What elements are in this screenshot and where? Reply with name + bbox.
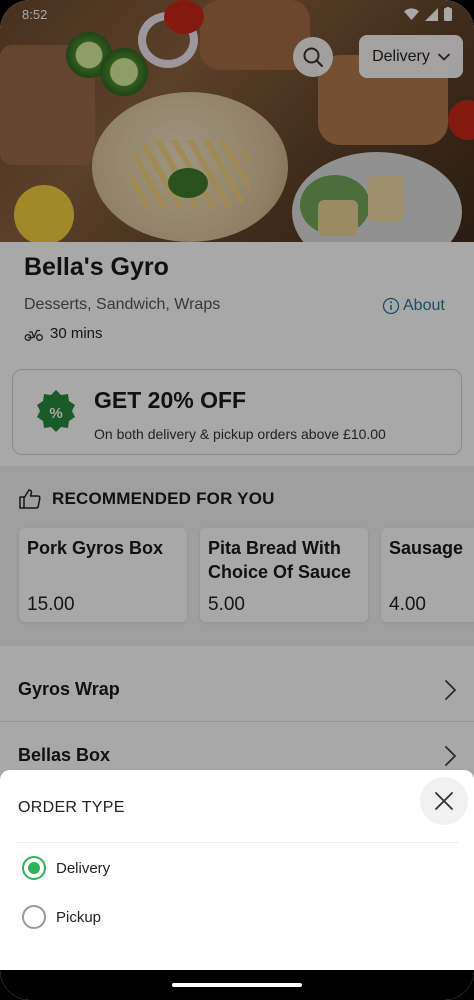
close-button[interactable] xyxy=(420,777,468,825)
option-label: Pickup xyxy=(56,908,102,926)
radio-button-selected[interactable] xyxy=(22,856,46,880)
home-indicator[interactable] xyxy=(172,983,302,987)
sheet-title: ORDER TYPE xyxy=(18,799,125,816)
divider xyxy=(16,842,458,843)
order-type-sheet: ORDER TYPE Delivery Pickup xyxy=(0,770,474,1000)
order-type-option-pickup[interactable]: Pickup xyxy=(22,905,101,929)
app-screen: 8:52 Delivery Bella's Gyro Desserts, San… xyxy=(0,0,474,1000)
close-icon xyxy=(435,792,453,810)
option-label: Delivery xyxy=(56,859,111,877)
order-type-option-delivery[interactable]: Delivery xyxy=(22,856,110,880)
radio-button[interactable] xyxy=(22,905,46,929)
